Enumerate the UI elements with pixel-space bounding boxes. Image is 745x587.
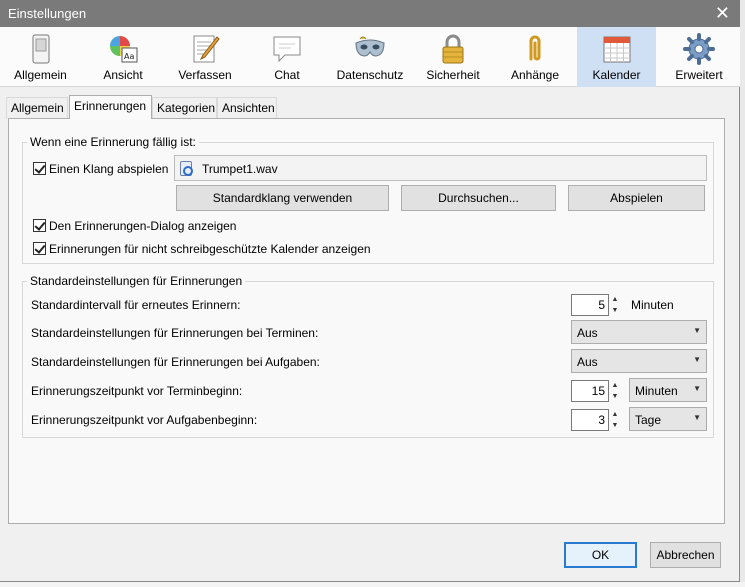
readonly-calendars-label: Erinnerungen für nicht schreibgeschützte…: [49, 242, 371, 256]
background-window-edge: [740, 0, 745, 587]
switch-icon: [32, 34, 49, 64]
task-offset-unit-dropdown[interactable]: Tage ▼: [629, 407, 707, 431]
snooze-unit: Minuten: [631, 298, 674, 312]
background-window-edge-bottom: [0, 582, 745, 587]
toolbar-ansicht-button[interactable]: Aa Ansicht: [86, 27, 160, 87]
toolbar-datenschutz-label: Datenschutz: [336, 68, 404, 82]
toolbar-allgemein-label: Allgemein: [14, 68, 67, 82]
toolbar-datenschutz-button[interactable]: Datenschutz: [332, 27, 408, 87]
task-default-label: Standardeinstellungen für Erinnerungen b…: [31, 355, 320, 369]
toolbar-chat-button[interactable]: Chat: [250, 27, 324, 87]
show-dialog-checkbox[interactable]: [33, 219, 46, 232]
event-offset-value[interactable]: 15: [571, 380, 609, 402]
tab-erinnerungen[interactable]: Erinnerungen: [69, 95, 152, 119]
toolbar-allgemein-button[interactable]: Allgemein: [3, 27, 78, 87]
paperclip-icon: [529, 35, 541, 61]
toolbar-kalender-button[interactable]: Kalender: [577, 27, 656, 87]
use-default-sound-button[interactable]: Standardklang verwenden: [176, 185, 389, 211]
snooze-spin-arrows[interactable]: ▲ ▼: [609, 294, 621, 316]
event-offset-spin-arrows[interactable]: ▲ ▼: [609, 380, 621, 402]
browse-button[interactable]: Durchsuchen...: [401, 185, 556, 211]
defaults-group-legend: Standardeinstellungen für Erinnerungen: [30, 274, 243, 288]
close-icon[interactable]: ✕: [715, 2, 730, 24]
gear-icon: [683, 33, 715, 65]
chevron-down-icon: ▼: [693, 384, 701, 393]
toolbar-sicherheit-button[interactable]: Sicherheit: [416, 27, 490, 87]
sound-file-name: Trumpet1.wav: [202, 162, 278, 176]
ok-button[interactable]: OK: [564, 542, 637, 568]
play-sound-label: Einen Klang abspielen: [49, 162, 169, 176]
preferences-toolbar: Allgemein Aa Ansicht Verfassen Chat Date…: [0, 27, 740, 87]
cancel-button[interactable]: Abbrechen: [650, 542, 721, 568]
toolbar-chat-label: Chat: [274, 68, 300, 82]
play-button[interactable]: Abspielen: [568, 185, 705, 211]
preferences-dialog: Einstellungen ✕ Allgemein Aa Ansicht Ver…: [0, 0, 740, 582]
event-default-dropdown[interactable]: Aus ▼: [571, 320, 707, 344]
palette-icon: Aa: [110, 36, 138, 63]
event-default-label: Standardeinstellungen für Erinnerungen b…: [31, 326, 319, 340]
tab-kategorien[interactable]: Kategorien: [152, 97, 217, 119]
task-offset-spin-arrows[interactable]: ▲ ▼: [609, 409, 621, 431]
toolbar-kalender-label: Kalender: [592, 68, 641, 82]
snooze-label: Standardintervall für erneutes Erinnern:: [31, 298, 241, 312]
event-offset-stepper[interactable]: 15 ▲ ▼: [571, 380, 621, 402]
task-default-value: Aus: [577, 355, 598, 369]
play-sound-checkbox[interactable]: [33, 162, 46, 175]
task-offset-value[interactable]: 3: [571, 409, 609, 431]
readonly-calendars-checkbox[interactable]: [33, 242, 46, 255]
mask-icon: [355, 36, 385, 57]
padlock-icon: [442, 34, 464, 64]
audio-file-icon: [180, 161, 193, 176]
task-offset-label: Erinnerungszeitpunkt vor Aufgabenbeginn:: [31, 413, 258, 427]
show-dialog-label: Den Erinnerungen-Dialog anzeigen: [49, 219, 237, 233]
toolbar-erweitert-label: Erweitert: [675, 68, 723, 82]
calendar-subtabs: Allgemein Erinnerungen Kategorien Ansich…: [0, 95, 740, 119]
toolbar-sicherheit-label: Sicherheit: [426, 68, 480, 82]
task-offset-stepper[interactable]: 3 ▲ ▼: [571, 409, 621, 431]
chevron-down-icon: ▼: [693, 326, 701, 335]
title-bar: Einstellungen ✕: [0, 0, 740, 27]
calendar-icon: [603, 36, 630, 63]
sound-file-field[interactable]: Trumpet1.wav: [174, 155, 707, 181]
toolbar-erweitert-button[interactable]: Erweitert: [662, 27, 736, 87]
chevron-down-icon: ▼: [693, 355, 701, 364]
event-default-value: Aus: [577, 326, 598, 340]
chevron-down-icon: ▼: [693, 413, 701, 422]
snooze-value[interactable]: 5: [571, 294, 609, 316]
snooze-stepper[interactable]: 5 ▲ ▼: [571, 294, 621, 316]
event-offset-unit: Minuten: [635, 384, 678, 398]
window-title: Einstellungen: [8, 6, 87, 21]
compose-icon: [193, 35, 220, 63]
svg-text:Aa: Aa: [124, 52, 134, 61]
task-offset-unit: Tage: [635, 413, 662, 427]
toolbar-anhaenge-button[interactable]: Anhänge: [498, 27, 572, 87]
toolbar-ansicht-label: Ansicht: [103, 68, 143, 82]
chat-bubble-icon: [273, 36, 301, 63]
tab-ansichten[interactable]: Ansichten: [217, 97, 277, 119]
toolbar-verfassen-button[interactable]: Verfassen: [168, 27, 242, 87]
task-default-dropdown[interactable]: Aus ▼: [571, 349, 707, 373]
tab-allgemein[interactable]: Allgemein: [6, 97, 68, 119]
event-offset-unit-dropdown[interactable]: Minuten ▼: [629, 378, 707, 402]
due-group-legend: Wenn eine Erinnerung fällig ist:: [30, 135, 196, 149]
toolbar-verfassen-label: Verfassen: [178, 68, 232, 82]
toolbar-anhaenge-label: Anhänge: [510, 68, 560, 82]
event-offset-label: Erinnerungszeitpunkt vor Terminbeginn:: [31, 384, 243, 398]
